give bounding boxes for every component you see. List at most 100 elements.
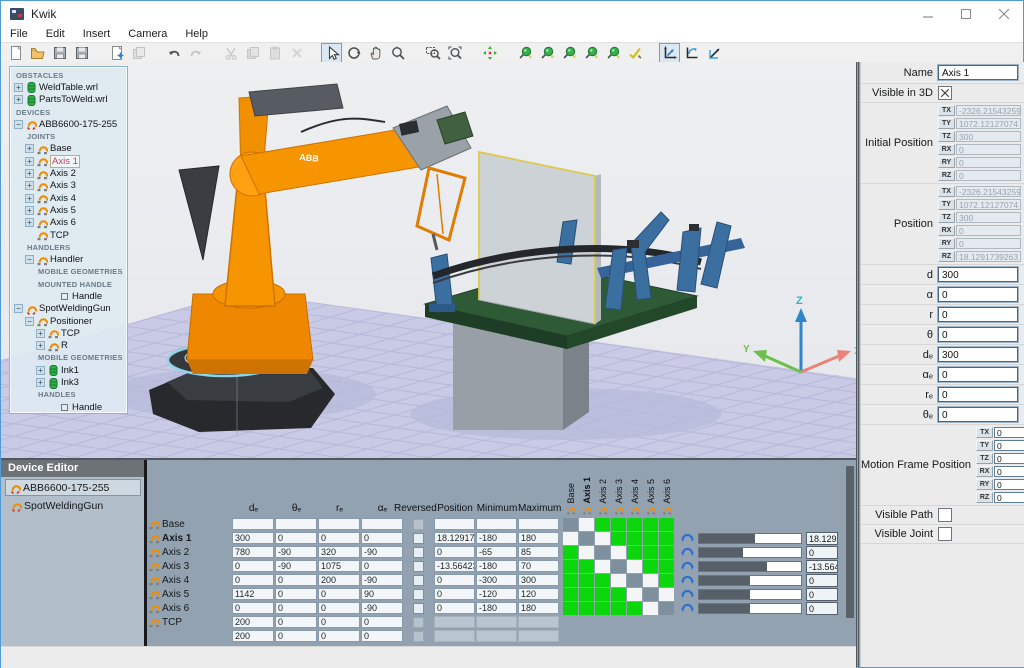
matrix-cell[interactable] — [627, 532, 642, 545]
collapse-icon[interactable]: − — [14, 120, 23, 129]
r-e-input[interactable]: 0 — [938, 387, 1018, 402]
matrix-cell[interactable] — [563, 546, 578, 559]
menu-insert[interactable]: Insert — [74, 27, 120, 42]
max-cell[interactable]: 300 — [518, 574, 559, 586]
matrix-cell[interactable] — [643, 546, 658, 559]
param-cell[interactable]: 0 — [275, 588, 317, 600]
param-cell[interactable]: 0 — [275, 616, 317, 628]
maximize-button[interactable] — [947, 2, 985, 26]
min-cell[interactable]: -180 — [476, 602, 517, 614]
motion-frame-position-rx-value[interactable]: 0 — [994, 466, 1024, 477]
param-cell[interactable]: 0 — [361, 616, 403, 628]
param-cell[interactable]: 90 — [361, 588, 403, 600]
viewport-3d[interactable]: ABB Z X Y — [1, 62, 856, 458]
matrix-cell[interactable] — [595, 560, 610, 573]
menu-file[interactable]: File — [1, 27, 37, 42]
motion-frame-position-tz-value[interactable]: 0 — [994, 453, 1024, 464]
matrix-cell[interactable] — [595, 602, 610, 615]
matrix-cell[interactable] — [643, 560, 658, 573]
tree-item-spotweldinggun[interactable]: −SpotWeldingGun — [10, 303, 127, 315]
max-cell[interactable]: 180 — [518, 602, 559, 614]
toolbar-pan-view-button[interactable] — [365, 43, 386, 63]
pos-cell[interactable]: -13.564239 — [434, 560, 475, 572]
matrix-cell[interactable] — [563, 602, 578, 615]
pos-cell[interactable]: 0 — [434, 574, 475, 586]
joint-slider[interactable] — [698, 561, 802, 572]
alpha-e-input[interactable]: 0 — [938, 367, 1018, 382]
param-cell[interactable]: 0 — [361, 630, 403, 642]
joint-slider[interactable] — [698, 575, 802, 586]
joint-slider-value[interactable]: 0 — [806, 574, 838, 587]
initial-position-rx-value[interactable]: 0 — [956, 144, 1021, 155]
param-cell[interactable]: -90 — [275, 560, 317, 572]
name-input[interactable]: Axis 1 — [938, 65, 1018, 80]
toolbar-save-file-button[interactable] — [49, 43, 70, 63]
expand-icon[interactable]: + — [25, 206, 34, 215]
toolbar-center-selection-button[interactable] — [479, 43, 500, 63]
matrix-cell[interactable] — [659, 560, 674, 573]
toolbar-redo-button[interactable] — [185, 43, 206, 63]
position-ty-value[interactable]: 1072.12127074 — [956, 199, 1021, 210]
menu-help[interactable]: Help — [176, 27, 217, 42]
matrix-cell[interactable] — [627, 574, 642, 587]
matrix-cell[interactable] — [659, 602, 674, 615]
theta-input[interactable]: 0 — [938, 327, 1018, 342]
matrix-cell[interactable] — [563, 560, 578, 573]
matrix-cell[interactable] — [643, 532, 658, 545]
matrix-cell[interactable] — [659, 546, 674, 559]
param-cell[interactable]: 0 — [275, 630, 317, 642]
menu-camera[interactable]: Camera — [119, 27, 176, 42]
toolbar-zoom-window-button[interactable] — [422, 43, 443, 63]
param-cell[interactable]: 0 — [232, 560, 274, 572]
matrix-cell[interactable] — [595, 518, 610, 531]
joint-slider[interactable] — [698, 589, 802, 600]
tree-item-abb6600-175-255[interactable]: −ABB6600-175-255 — [10, 118, 127, 130]
param-cell[interactable]: 0 — [232, 602, 274, 614]
visible-in-3d-checkbox[interactable] — [938, 86, 952, 100]
matrix-cell[interactable] — [595, 532, 610, 545]
matrix-cell[interactable] — [611, 574, 626, 587]
expand-icon[interactable]: + — [36, 378, 45, 387]
min-cell[interactable]: -180 — [476, 560, 517, 572]
param-cell[interactable]: 0 — [275, 574, 317, 586]
param-cell[interactable]: -90 — [361, 574, 403, 586]
param-cell[interactable]: 0 — [275, 602, 317, 614]
pos-cell[interactable]: 0 — [434, 588, 475, 600]
reversed-checkbox[interactable] — [413, 533, 424, 544]
reversed-checkbox[interactable] — [413, 575, 424, 586]
tree-item-tcp[interactable]: TCP — [10, 229, 127, 241]
toolbar-cut-button[interactable] — [220, 43, 241, 63]
matrix-cell[interactable] — [627, 546, 642, 559]
toolbar-orbit-view-button[interactable] — [343, 43, 364, 63]
initial-position-tz-value[interactable]: 300 — [956, 131, 1021, 142]
motion-frame-position-tx-value[interactable]: 0 — [994, 427, 1024, 438]
matrix-cell[interactable] — [659, 588, 674, 601]
tree-item-axis-3[interactable]: +Axis 3 — [10, 180, 127, 192]
matrix-cell[interactable] — [579, 532, 594, 545]
param-cell[interactable]: 0 — [275, 532, 317, 544]
expand-icon[interactable]: + — [25, 144, 34, 153]
toolbar-new-file-button[interactable] — [5, 43, 26, 63]
matrix-cell[interactable] — [643, 588, 658, 601]
matrix-cell[interactable] — [627, 518, 642, 531]
tree-item-ink1[interactable]: +Ink1 — [10, 364, 127, 376]
d-input[interactable]: 300 — [938, 267, 1018, 282]
joint-slider-value[interactable]: -13.564 — [806, 560, 838, 573]
expand-icon[interactable]: + — [25, 194, 34, 203]
minimize-button[interactable] — [909, 2, 947, 26]
r-input[interactable]: 0 — [938, 307, 1018, 322]
collapse-icon[interactable]: − — [25, 255, 34, 264]
param-cell[interactable]: -90 — [361, 546, 403, 558]
param-cell[interactable]: 780 — [232, 546, 274, 558]
toolbar-delete-button[interactable] — [286, 43, 307, 63]
param-cell[interactable]: 0 — [318, 630, 360, 642]
joint-slider[interactable] — [698, 533, 802, 544]
tree-item-axis-4[interactable]: +Axis 4 — [10, 192, 127, 204]
theta-e-input[interactable]: 0 — [938, 407, 1018, 422]
motion-frame-position-ry-value[interactable]: 0 — [994, 479, 1024, 490]
tree-item-r[interactable]: +R — [10, 340, 127, 352]
tree-item-handler[interactable]: −Handler — [10, 253, 127, 265]
param-cell[interactable]: 0 — [318, 532, 360, 544]
toolbar-view-preset-5-button[interactable] — [602, 43, 623, 63]
param-cell[interactable]: 1142 — [232, 588, 274, 600]
